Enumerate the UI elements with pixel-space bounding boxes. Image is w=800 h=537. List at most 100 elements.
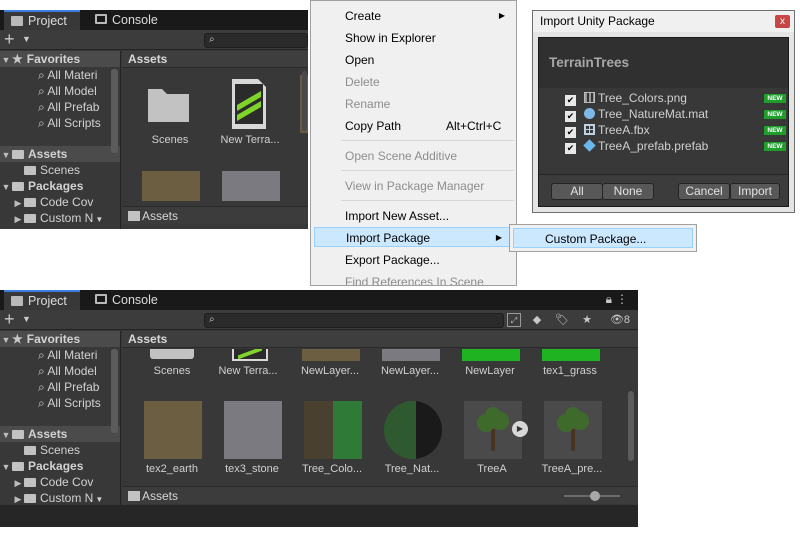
- tree-item[interactable]: ⌕ All Prefab: [38, 379, 99, 395]
- tree-item[interactable]: ⌕ All Model: [38, 83, 97, 99]
- menu-item-delete[interactable]: Delete: [345, 72, 380, 92]
- tab-project[interactable]: Project: [4, 290, 80, 310]
- scrollbar[interactable]: [628, 391, 634, 461]
- filter-by-type-icon[interactable]: ◆: [530, 313, 544, 327]
- tree-item[interactable]: ⌕ All Materi: [38, 67, 97, 83]
- asset-label: NewLayer: [465, 365, 515, 377]
- chevron-down-icon[interactable]: ▼: [22, 34, 31, 44]
- asset-item[interactable]: New Terra...: [208, 349, 288, 389]
- menu-item-export-package[interactable]: Export Package...: [345, 250, 440, 270]
- checkbox[interactable]: ✔: [565, 127, 576, 138]
- tab-console[interactable]: Console: [88, 10, 168, 30]
- tab-project[interactable]: Project: [4, 10, 80, 30]
- asset-item[interactable]: TreeA_pre...: [532, 401, 612, 481]
- expand-arrow-icon[interactable]: ▶: [12, 475, 24, 491]
- breadcrumb[interactable]: Assets: [122, 331, 638, 348]
- expand-arrow-icon[interactable]: ▼: [0, 179, 12, 195]
- asset-item[interactable]: New Terra...: [210, 75, 290, 155]
- breadcrumb[interactable]: Assets: [122, 51, 308, 68]
- search-by-type-icon[interactable]: ⤢: [507, 313, 521, 327]
- menu-item-show-in-explorer[interactable]: Show in Explorer: [345, 28, 436, 48]
- tree-item[interactable]: ⌕ All Materi: [38, 347, 97, 363]
- tree-item[interactable]: ⌕ All Prefab: [38, 99, 99, 115]
- expand-arrow-icon[interactable]: ▼: [0, 459, 12, 475]
- asset-label: Scenes: [153, 365, 191, 377]
- create-button[interactable]: +: [4, 30, 15, 48]
- tree-favorites[interactable]: ▼ ★ Favorites: [0, 51, 120, 67]
- all-button[interactable]: All: [551, 183, 603, 200]
- chevron-down-icon[interactable]: ▼: [22, 314, 31, 324]
- cancel-button[interactable]: Cancel: [678, 183, 730, 200]
- asset-item[interactable]: tex2_earth: [132, 401, 212, 481]
- expand-arrow-icon[interactable]: ▼: [0, 52, 12, 68]
- file-row[interactable]: ✔ Tree_NatureMat.mat: [565, 106, 708, 122]
- import-button[interactable]: Import: [730, 183, 780, 200]
- expand-arrow-icon[interactable]: ▶: [12, 211, 24, 227]
- search-input[interactable]: ⌕: [204, 313, 504, 328]
- menu-item-import-new-asset[interactable]: Import New Asset...: [345, 206, 449, 226]
- asset-item[interactable]: Scenes: [130, 75, 210, 155]
- scrollbar[interactable]: [302, 71, 307, 131]
- tree-item[interactable]: ▶ Code Cov: [12, 194, 94, 211]
- lock-icon[interactable]: 🔒︎: [606, 292, 612, 307]
- asset-item[interactable]: Tree_Colo...: [292, 401, 372, 481]
- expand-arrow-icon[interactable]: ▶: [12, 195, 24, 211]
- asset-item[interactable]: tex3_stone: [212, 401, 292, 481]
- hidden-packages-icon[interactable]: 👁︎8: [605, 313, 635, 327]
- menu-item-find-references[interactable]: Find References In Scene: [345, 272, 484, 285]
- search-input[interactable]: ⌕: [204, 33, 308, 48]
- tree-item[interactable]: ⌕ All Scripts: [38, 115, 101, 131]
- menu-item-custom-package[interactable]: Custom Package...: [513, 228, 693, 248]
- play-icon[interactable]: ▶: [512, 421, 528, 437]
- scrollbar[interactable]: [111, 69, 118, 153]
- create-button[interactable]: +: [4, 310, 15, 328]
- tree-packages[interactable]: ▼ Packages: [0, 178, 84, 195]
- tree-item[interactable]: ⌕ All Model: [38, 363, 97, 379]
- tree-assets[interactable]: ▼ Assets: [0, 426, 120, 442]
- expand-arrow-icon[interactable]: ▼: [0, 332, 12, 348]
- checkbox[interactable]: ✔: [565, 143, 576, 154]
- menu-item-view-in-package-manager[interactable]: View in Package Manager: [345, 176, 484, 196]
- label-icon[interactable]: 🏷︎: [555, 313, 569, 327]
- asset-item[interactable]: NewLayer...: [370, 349, 450, 389]
- asset-item[interactable]: Scenes: [132, 349, 212, 389]
- texture-icon[interactable]: [142, 171, 200, 201]
- asset-item[interactable]: NewLayer: [450, 349, 530, 389]
- tree-item[interactable]: Scenes: [24, 162, 80, 178]
- scrollbar[interactable]: [111, 349, 118, 433]
- file-row[interactable]: ✔ Tree_Colors.png: [565, 90, 687, 106]
- file-name: Tree_Colors.png: [598, 91, 687, 105]
- tree-item[interactable]: ▶ Custom N ▼: [12, 490, 104, 506]
- checkbox[interactable]: ✔: [565, 111, 576, 122]
- menu-item-copy-path[interactable]: Copy Path Alt+Ctrl+C: [345, 116, 515, 136]
- file-row[interactable]: ✔ TreeA_prefab.prefab: [565, 138, 708, 154]
- asset-item[interactable]: ▶ TreeA: [452, 401, 532, 481]
- slider-knob[interactable]: [590, 491, 600, 501]
- menu-item-open-scene-additive[interactable]: Open Scene Additive: [345, 146, 457, 166]
- tree-assets[interactable]: ▼ Assets: [0, 146, 120, 162]
- file-row[interactable]: ✔ TreeA.fbx: [565, 122, 650, 138]
- tree-item[interactable]: Scenes: [24, 442, 80, 458]
- more-options-icon[interactable]: ⋮: [616, 292, 628, 306]
- tree-item[interactable]: ⌕ All Scripts: [38, 395, 101, 411]
- asset-item[interactable]: NewLayer...: [290, 349, 370, 389]
- tree-favorites[interactable]: ▼ ★ Favorites: [0, 331, 120, 347]
- star-icon[interactable]: ★: [580, 313, 594, 327]
- tab-console[interactable]: Console: [88, 290, 168, 310]
- tree-item[interactable]: ▶ Custom N ▼: [12, 210, 104, 227]
- menu-item-rename[interactable]: Rename: [345, 94, 390, 114]
- texture-icon[interactable]: [222, 171, 280, 201]
- expand-arrow-icon[interactable]: ▼: [0, 147, 12, 163]
- checkbox[interactable]: ✔: [565, 95, 576, 106]
- menu-item-import-package[interactable]: Import Package ▶: [314, 227, 513, 247]
- tree-packages[interactable]: ▼ Packages: [0, 458, 84, 475]
- expand-arrow-icon[interactable]: ▼: [0, 427, 12, 443]
- menu-item-create[interactable]: Create ▶: [345, 6, 515, 26]
- menu-item-open[interactable]: Open: [345, 50, 374, 70]
- tree-item[interactable]: ▶ Code Cov: [12, 474, 94, 491]
- close-icon[interactable]: x: [775, 15, 790, 28]
- asset-item[interactable]: tex1_grass: [530, 349, 610, 389]
- asset-item[interactable]: Tree_Nat...: [372, 401, 452, 481]
- material-icon: [384, 401, 442, 459]
- none-button[interactable]: None: [602, 183, 654, 200]
